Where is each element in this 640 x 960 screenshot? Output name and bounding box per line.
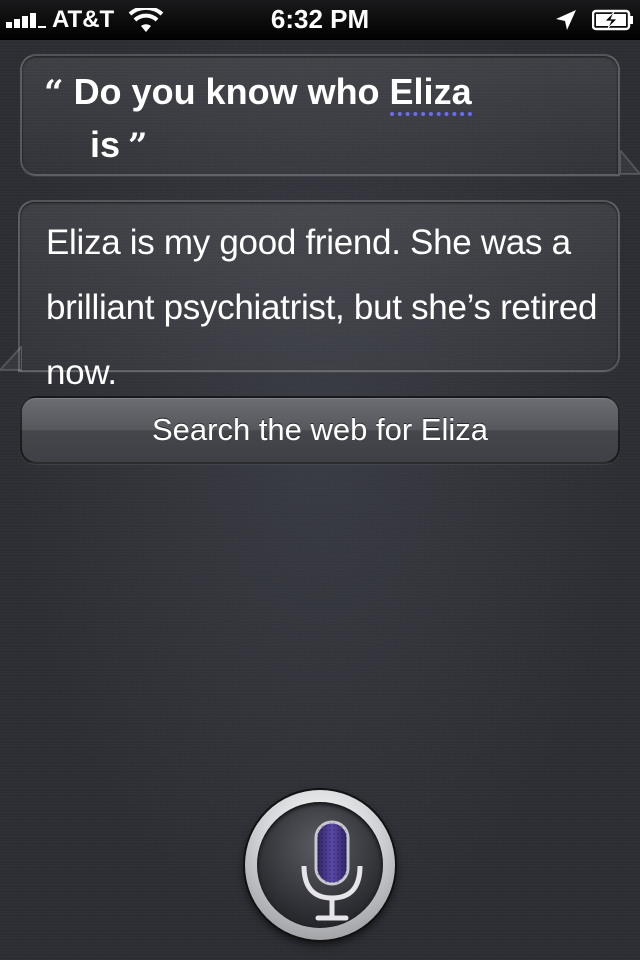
microphone-button[interactable] xyxy=(245,790,395,940)
siri-bubble-tail xyxy=(0,346,22,371)
status-time: 6:32 PM xyxy=(270,4,370,34)
user-bubble-tail xyxy=(620,150,640,175)
location-arrow-icon xyxy=(556,10,576,30)
siri-response-text: Eliza is my good friend. She was a brill… xyxy=(46,223,598,392)
close-quote: ” xyxy=(128,126,148,166)
query-text-before: Do you know who xyxy=(73,71,390,112)
battery-charging-icon xyxy=(592,9,633,31)
microphone-icon xyxy=(301,820,363,921)
query-text-after: is xyxy=(90,124,121,165)
mic-inner-ring xyxy=(257,802,383,928)
user-query-text[interactable]: “Do you know who Eliza is” xyxy=(44,66,564,172)
status-bar: AT&T 6:32 PM xyxy=(0,0,640,40)
open-quote: “ xyxy=(44,73,64,113)
search-web-button[interactable]: Search the web for Eliza xyxy=(20,396,620,464)
highlighted-word[interactable]: Eliza xyxy=(389,71,472,116)
